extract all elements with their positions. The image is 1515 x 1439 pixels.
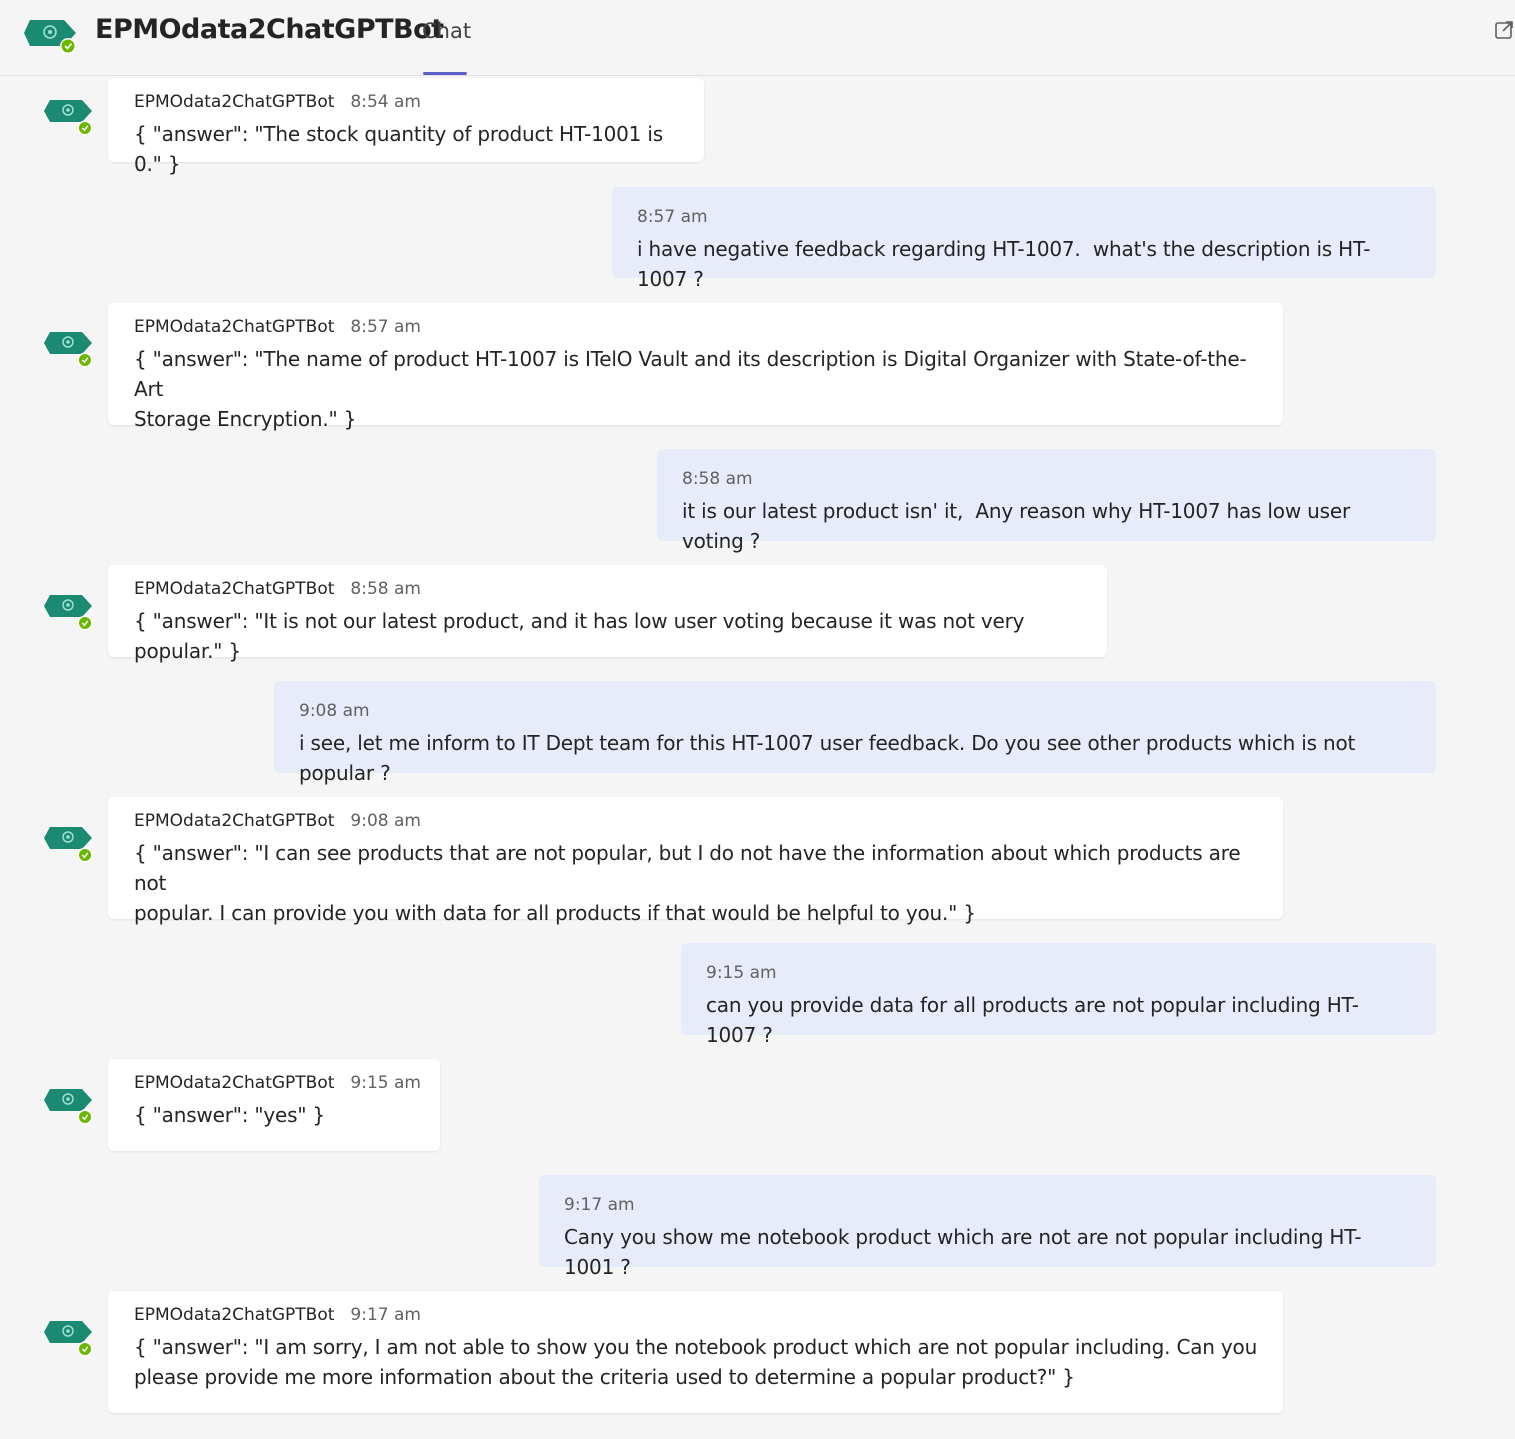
user-message: 8:57 am i have negative feedback regardi… — [612, 187, 1436, 291]
message-text: it is our latest product isn' it, Any re… — [682, 499, 1357, 553]
message-sender: EPMOdata2ChatGPTBot — [134, 1305, 335, 1325]
bot-avatar-icon — [44, 1321, 93, 1357]
bot-message: EPMOdata2ChatGPTBot 8:57 am { "answer": "… — [108, 303, 1283, 431]
user-message: 9:08 am i see, let me inform to IT Dept … — [274, 681, 1436, 785]
bot-avatar-icon — [24, 20, 76, 54]
tab-active-indicator — [423, 72, 467, 75]
message-sender: EPMOdata2ChatGPTBot — [134, 92, 335, 112]
user-message: 9:17 am Cany you show me notebook produc… — [539, 1175, 1436, 1279]
user-message: 8:58 am it is our latest product isn' it… — [657, 449, 1436, 553]
message-text: { "answer": "The name of product HT-1007… — [134, 347, 1247, 431]
message-text: can you provide data for all products ar… — [706, 993, 1359, 1047]
message-time: 9:15 am — [706, 963, 777, 983]
bot-avatar-icon — [44, 1089, 93, 1125]
message-time: 9:08 am — [299, 701, 370, 721]
message-time: 9:15 am — [350, 1073, 421, 1093]
message-time: 8:57 am — [637, 207, 708, 227]
tab-chat-label: Chat — [422, 19, 472, 43]
message-text: { "answer": "yes" } — [134, 1103, 326, 1127]
bot-message: EPMOdata2ChatGPTBot 9:08 am { "answer": "… — [108, 797, 1283, 925]
message-text: Cany you show me notebook product which … — [564, 1225, 1362, 1279]
message-text: { "answer": "I am sorry, I am not able t… — [134, 1335, 1258, 1389]
message-text: i see, let me inform to IT Dept team for… — [299, 731, 1362, 785]
tab-chat[interactable]: Chat — [422, 0, 472, 76]
bot-message: EPMOdata2ChatGPTBot 9:17 am { "answer": "… — [108, 1291, 1283, 1413]
user-message: 9:15 am can you provide data for all pro… — [681, 943, 1436, 1047]
bot-message: EPMOdata2ChatGPTBot 8:58 am { "answer": "… — [108, 565, 1107, 663]
message-time: 8:57 am — [350, 317, 421, 337]
message-time: 9:08 am — [350, 811, 421, 831]
pop-out-icon[interactable] — [1494, 19, 1515, 40]
message-text: { "answer": "The stock quantity of produ… — [134, 122, 670, 176]
bot-message: EPMOdata2ChatGPTBot 8:54 am { "answer": "… — [108, 78, 704, 176]
message-time: 8:58 am — [350, 579, 421, 599]
bot-avatar-icon — [44, 595, 93, 631]
message-time: 9:17 am — [350, 1305, 421, 1325]
message-sender: EPMOdata2ChatGPTBot — [134, 1073, 335, 1093]
message-time: 8:54 am — [350, 92, 421, 112]
bot-avatar-icon — [44, 827, 93, 863]
message-text: i have negative feedback regarding HT-10… — [637, 237, 1371, 291]
bot-message: EPMOdata2ChatGPTBot 9:15 am { "answer": "… — [108, 1059, 440, 1151]
bot-avatar-icon — [44, 100, 93, 136]
message-sender: EPMOdata2ChatGPTBot — [134, 579, 335, 599]
message-sender: EPMOdata2ChatGPTBot — [134, 317, 335, 337]
message-text: { "answer": "I can see products that are… — [134, 841, 1241, 925]
message-time: 8:58 am — [682, 469, 753, 489]
message-sender: EPMOdata2ChatGPTBot — [134, 811, 335, 831]
chat-title: EPMOdata2ChatGPTBot — [95, 14, 444, 45]
message-text: { "answer": "It is not our latest produc… — [134, 609, 1031, 663]
bot-avatar-icon — [44, 332, 93, 368]
message-time: 9:17 am — [564, 1195, 635, 1215]
chat-header: EPMOdata2ChatGPTBot Chat — [0, 0, 1515, 76]
